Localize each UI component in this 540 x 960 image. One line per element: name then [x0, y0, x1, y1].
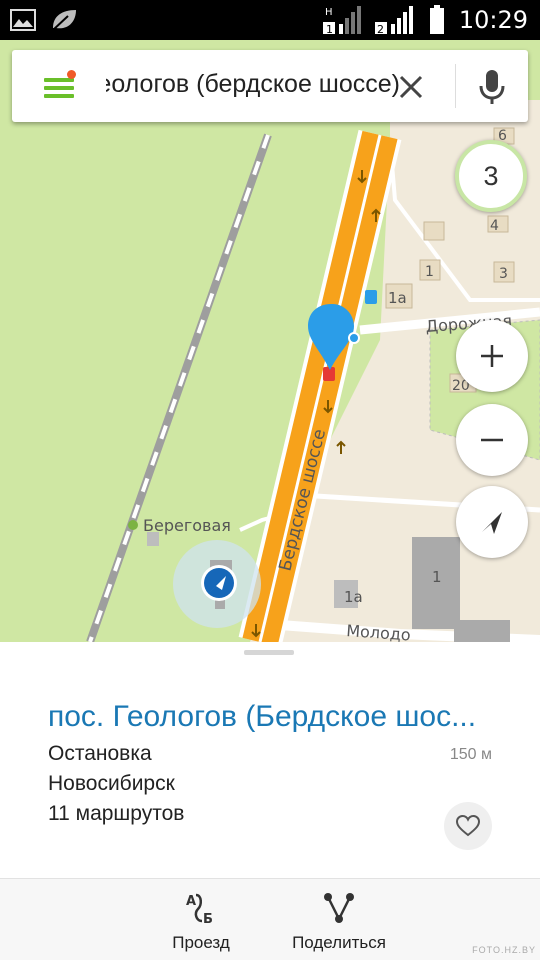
- heart-outline-icon: [455, 814, 481, 837]
- notification-dot: [67, 70, 76, 79]
- gallery-icon: [10, 9, 36, 31]
- microphone-icon: [479, 70, 505, 104]
- clock: 10:29: [458, 6, 528, 34]
- status-right: 1 H 2 10:29: [322, 4, 528, 36]
- place-routes[interactable]: 11 маршрутов: [48, 802, 184, 826]
- search-bar[interactable]: пос. Геологов (бердское шоссе): [12, 50, 528, 122]
- search-query[interactable]: пос. Геологов (бердское шоссе): [106, 70, 400, 104]
- pin-anchor: [348, 332, 360, 344]
- house-label: 1: [425, 264, 434, 280]
- search-query-text: пос. Геологов (бердское шоссе): [106, 70, 400, 98]
- search-divider: [455, 64, 456, 108]
- svg-text:Б: Б: [203, 912, 213, 925]
- house-label: 3: [499, 266, 508, 282]
- action-bar: А Б Проезд Поделиться: [0, 878, 540, 960]
- sheet-handle[interactable]: [244, 650, 294, 655]
- menu-button[interactable]: [32, 68, 76, 104]
- layers-count: 3: [483, 160, 499, 191]
- zoom-in-button[interactable]: [456, 320, 528, 392]
- favorite-button[interactable]: [444, 802, 492, 850]
- building: [147, 532, 159, 546]
- road-label-bottom: Молодо: [346, 621, 412, 642]
- minus-icon: [481, 438, 503, 442]
- place-card[interactable]: пос. Геологов (Бердское шос... Остановка…: [0, 642, 540, 878]
- battery-icon: [429, 5, 444, 34]
- place-distance: 150 м: [449, 746, 492, 763]
- svg-text:А: А: [186, 894, 196, 909]
- sim2-label: 2: [377, 23, 384, 36]
- house-label: 1: [432, 568, 442, 586]
- watermark: FOTO.HZ.BY: [472, 945, 536, 955]
- share-label: Поделиться: [292, 933, 386, 952]
- share-icon: [324, 893, 354, 923]
- status-bar: 1 H 2 10:29: [0, 0, 540, 40]
- voice-search-button[interactable]: [476, 68, 508, 106]
- leaf-icon: [52, 10, 76, 31]
- train-stop-icon: [128, 520, 138, 530]
- locate-me-button[interactable]: [456, 486, 528, 558]
- menu-line: [44, 86, 74, 90]
- status-left: [10, 8, 78, 32]
- place-city: Новосибирск: [48, 772, 175, 795]
- signal-sim1-icon: 1 H: [322, 6, 361, 36]
- share-button[interactable]: Поделиться: [274, 879, 404, 960]
- house-label: 1а: [388, 289, 407, 307]
- zoom-out-button[interactable]: [456, 404, 528, 476]
- route-label: Проезд: [172, 933, 230, 952]
- bus-stop-icon[interactable]: [365, 290, 377, 304]
- house-label: 4: [490, 218, 499, 234]
- house-label: 1а: [344, 588, 363, 606]
- navigation-arrow-icon: [482, 512, 502, 534]
- place-title: пос. Геологов (Бердское шос...: [48, 700, 477, 733]
- close-icon: [399, 75, 423, 99]
- plus-icon: [481, 345, 503, 367]
- signal-sim2-icon: 2: [374, 6, 413, 36]
- sim1-label: 1: [326, 23, 333, 36]
- layers-button[interactable]: 3: [455, 140, 527, 212]
- place-type: Остановка: [48, 742, 152, 765]
- bus-stop-icon[interactable]: [323, 367, 335, 381]
- route-ab-icon: А Б: [186, 893, 213, 925]
- building: [454, 620, 510, 642]
- building: [423, 221, 445, 241]
- menu-line: [44, 94, 74, 98]
- network-label: H: [325, 7, 333, 18]
- route-button[interactable]: А Б Проезд: [136, 879, 266, 960]
- clear-search-button[interactable]: [394, 70, 428, 104]
